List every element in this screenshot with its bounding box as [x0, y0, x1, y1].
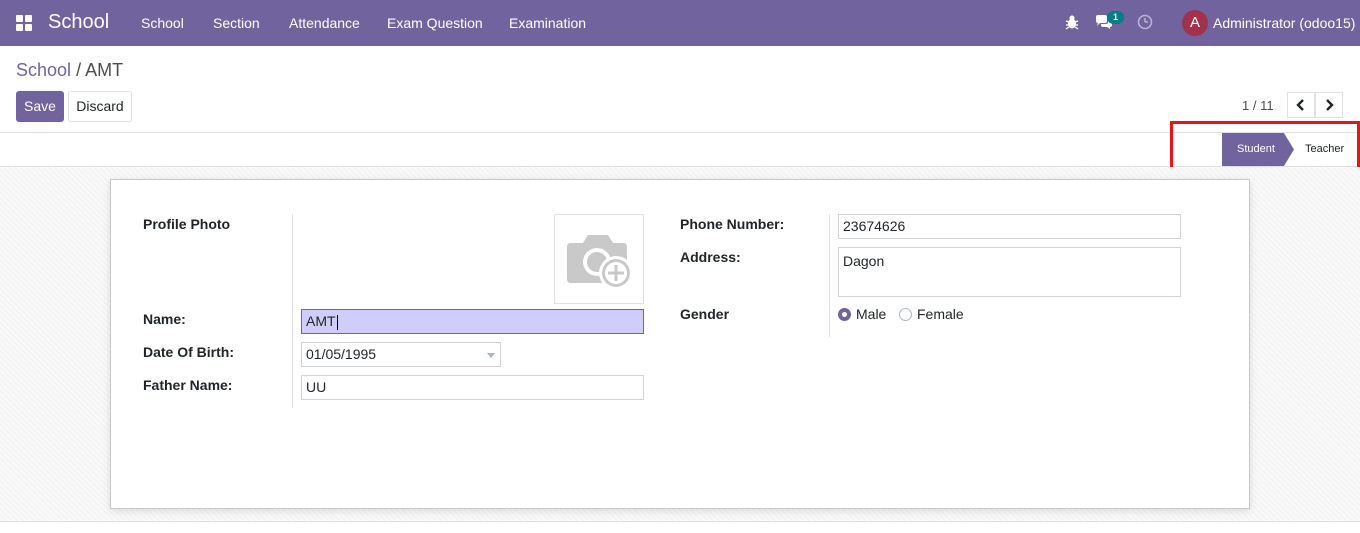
breadcrumb-parent[interactable]: School — [16, 60, 71, 80]
camera-add-icon — [567, 235, 633, 290]
top-navbar: School School Section Attendance Exam Qu… — [0, 0, 1360, 46]
form-statusbar — [0, 132, 1360, 167]
gender-female-label[interactable]: Female — [917, 306, 964, 322]
phone-input[interactable]: 23674626 — [838, 214, 1181, 239]
gender-label: Gender — [680, 306, 730, 322]
dob-input[interactable]: 01/05/1995 — [301, 342, 501, 367]
discard-button[interactable]: Discard — [68, 91, 132, 122]
menu-school[interactable]: School — [141, 15, 184, 31]
breadcrumb-current: AMT — [85, 60, 124, 80]
gender-male-label[interactable]: Male — [856, 306, 886, 322]
profile-photo-label: Profile Photo — [143, 216, 231, 232]
father-name-label: Father Name: — [143, 377, 233, 393]
menu-attendance[interactable]: Attendance — [289, 15, 360, 31]
breadcrumb: School / AMT — [16, 60, 123, 81]
apps-grid-icon[interactable] — [16, 15, 32, 31]
save-button[interactable]: Save — [16, 91, 64, 122]
father-name-input[interactable]: UU — [301, 375, 644, 400]
user-avatar[interactable]: A — [1182, 10, 1208, 36]
address-label: Address: — [680, 249, 741, 265]
menu-examination[interactable]: Examination — [509, 15, 586, 31]
left-group-divider — [292, 214, 293, 408]
breadcrumb-separator: / — [76, 60, 82, 80]
bug-icon[interactable] — [1064, 14, 1082, 32]
dob-value: 01/05/1995 — [306, 346, 377, 362]
footer-strip — [0, 521, 1360, 533]
name-value: AMT — [306, 313, 336, 329]
dob-label: Date Of Birth: — [143, 344, 234, 360]
clock-icon[interactable] — [1137, 14, 1155, 32]
name-label: Name: — [143, 311, 186, 327]
phone-label: Phone Number: — [680, 216, 785, 232]
gender-female-radio[interactable] — [899, 308, 912, 321]
pager-value[interactable]: 1 / 11 — [1242, 98, 1274, 113]
chevron-right-icon — [1326, 99, 1334, 111]
menu-exam-question[interactable]: Exam Question — [387, 15, 483, 31]
chevron-left-icon — [1296, 99, 1304, 111]
menu-section[interactable]: Section — [213, 15, 260, 31]
pager-next-button[interactable] — [1315, 92, 1343, 118]
right-group-divider — [829, 214, 830, 337]
gender-male-radio[interactable] — [838, 308, 851, 321]
notification-badge: 1 — [1107, 11, 1124, 24]
address-input[interactable]: Dagon — [838, 247, 1181, 297]
caret-down-icon — [487, 353, 495, 358]
profile-photo-upload[interactable] — [554, 214, 644, 304]
name-input[interactable]: AMT — [301, 309, 644, 334]
user-menu[interactable]: Administrator (odoo15) — [1213, 15, 1355, 31]
pager-previous-button[interactable] — [1287, 92, 1315, 118]
app-brand[interactable]: School — [48, 11, 109, 34]
